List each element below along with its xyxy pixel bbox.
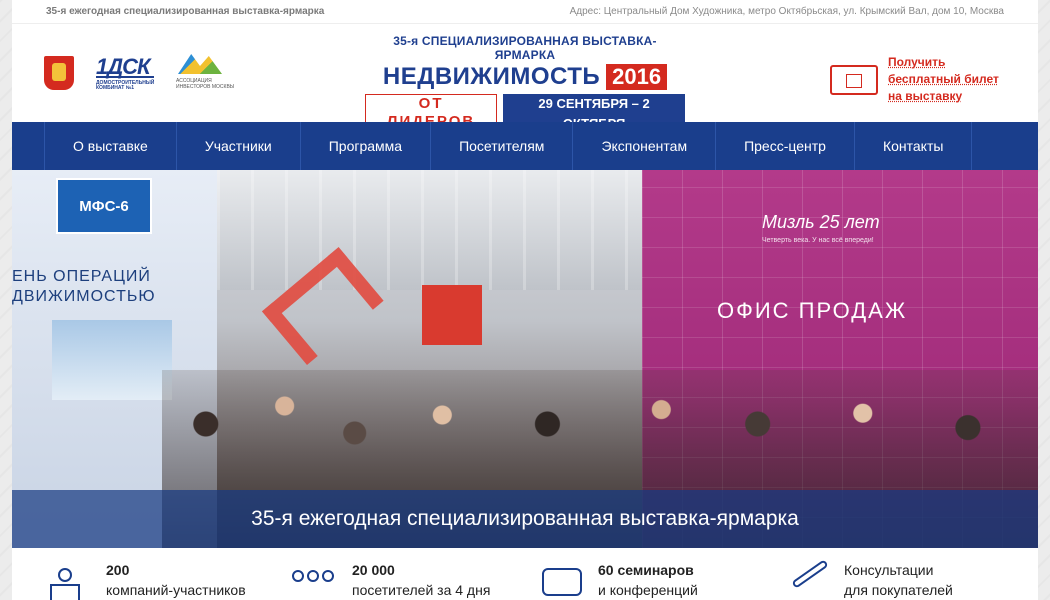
event-title-line1: 35-я СПЕЦИАЛИЗИРОВАННАЯ ВЫСТАВКА-ЯРМАРКА bbox=[393, 34, 657, 62]
page: 35-я ежегодная специализированная выстав… bbox=[12, 0, 1038, 600]
stat-label: и конференций bbox=[598, 582, 698, 598]
event-title-main: НЕДВИЖИМОСТЬ bbox=[382, 63, 601, 90]
stat-label: посетителей за 4 дня bbox=[352, 582, 491, 598]
moscow-coat-of-arms-icon[interactable] bbox=[44, 56, 74, 90]
top-info-bar: 35-я ежегодная специализированная выстав… bbox=[12, 0, 1038, 24]
free-ticket-label: Получить бесплатный билет на выставку bbox=[888, 55, 999, 103]
person-podium-icon bbox=[46, 560, 88, 600]
stand-brand-sub: Четверть века. У нас всё впереди! bbox=[762, 237, 874, 244]
hero-caption: 35-я ежегодная специализированная выстав… bbox=[12, 490, 1038, 548]
stat-consultations: Консультации для покупателей bbox=[784, 559, 1030, 600]
stat-participants: 200 компаний-участников bbox=[46, 560, 292, 600]
stats-row: 200 компаний-участников 20 000 посетител… bbox=[12, 559, 1038, 600]
partner-logos: 1ДСК ДОМОСТРОИТЕЛЬНЫЙ КОМБИНАТ №1 АССОЦИ… bbox=[44, 54, 234, 92]
sales-office-sign: ОФИС ПРОДАЖ bbox=[717, 298, 908, 323]
stat-value: 200 bbox=[106, 562, 130, 578]
stand-text-line2: ДВИЖИМОСТЬЮ bbox=[12, 288, 156, 305]
nav-program[interactable]: Программа bbox=[299, 122, 430, 170]
building-image bbox=[52, 320, 172, 400]
aim-mountain-icon bbox=[178, 54, 222, 74]
nav-visitors[interactable]: Посетителям bbox=[430, 122, 572, 170]
free-ticket-link[interactable]: Получить бесплатный билет на выставку bbox=[830, 54, 1012, 105]
nav-press-center[interactable]: Пресс-центр bbox=[715, 122, 854, 170]
stat-value: Консультации bbox=[844, 562, 934, 578]
nav-exhibitors[interactable]: Экспонентам bbox=[572, 122, 715, 170]
key-icon bbox=[784, 559, 829, 596]
event-logo[interactable]: 35-я СПЕЦИАЛИЗИРОВАННАЯ ВЫСТАВКА-ЯРМАРКА… bbox=[365, 34, 685, 134]
stand-brand-name: Мизль 25 лет bbox=[762, 212, 880, 232]
people-group-icon bbox=[292, 560, 334, 596]
aim-caption: АССОЦИАЦИЯ ИНВЕСТОРОВ МОСКВЫ bbox=[176, 78, 235, 90]
nav-participants[interactable]: Участники bbox=[175, 122, 300, 170]
topbar-address: Адрес: Центральный Дом Художника, метро … bbox=[569, 6, 1004, 17]
nav-about[interactable]: О выставке bbox=[44, 122, 176, 170]
mfs-sign: МФС-6 bbox=[56, 178, 152, 234]
stat-label: для покупателей bbox=[844, 582, 953, 598]
stand-brand: Мизль 25 лет Четверть века. У нас всё вп… bbox=[762, 212, 880, 244]
aim-logo[interactable]: АССОЦИАЦИЯ ИНВЕСТОРОВ МОСКВЫ bbox=[176, 54, 234, 92]
stat-seminars: 60 семинаров и конференций bbox=[538, 560, 784, 600]
stat-value: 20 000 bbox=[352, 562, 395, 578]
mortan-stand bbox=[422, 285, 482, 345]
header: 1ДСК ДОМОСТРОИТЕЛЬНЫЙ КОМБИНАТ №1 АССОЦИ… bbox=[12, 24, 1038, 134]
stat-label: компаний-участников bbox=[106, 582, 246, 598]
stat-visitors: 20 000 посетителей за 4 дня bbox=[292, 560, 538, 600]
topbar-tagline: 35-я ежегодная специализированная выстав… bbox=[46, 6, 325, 17]
event-year: 2016 bbox=[606, 64, 668, 90]
ticket-icon bbox=[830, 64, 878, 95]
stand-text-line1: ЕНЬ ОПЕРАЦИЙ bbox=[12, 268, 151, 285]
hero-banner[interactable]: МФС-6 ЕНЬ ОПЕРАЦИЙ ДВИЖИМОСТЬЮ Мизль 25 … bbox=[12, 170, 1038, 548]
hall-roof bbox=[217, 170, 642, 290]
stat-value: 60 семинаров bbox=[598, 562, 694, 578]
main-nav: О выставке Участники Программа Посетител… bbox=[12, 122, 1038, 170]
nav-contacts[interactable]: Контакты bbox=[853, 122, 973, 170]
speech-bubble-icon bbox=[538, 560, 582, 596]
dsk-caption: ДОМОСТРОИТЕЛЬНЫЙ КОМБИНАТ №1 bbox=[96, 80, 155, 91]
dsk-logo[interactable]: 1ДСК ДОМОСТРОИТЕЛЬНЫЙ КОМБИНАТ №1 bbox=[96, 54, 154, 92]
